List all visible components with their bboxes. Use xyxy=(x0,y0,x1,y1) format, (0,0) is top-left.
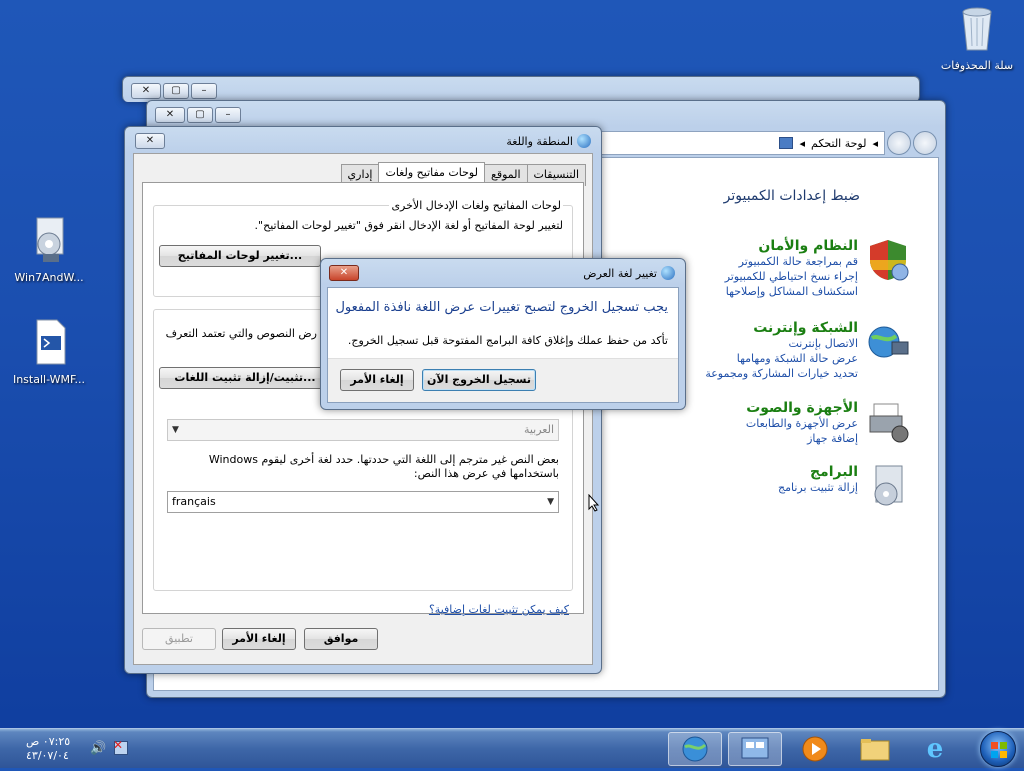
chevron-down-icon: ▼ xyxy=(547,497,554,507)
tab-keyboards-languages[interactable]: لوحات مفاتيح ولغات xyxy=(378,162,485,184)
category-system-security[interactable]: النظام والأمان قم بمراجعة حالة الكمبيوتر… xyxy=(668,238,909,299)
fallback-note: بعض النص غير مترجم إلى اللغة التي حددتها… xyxy=(208,453,559,480)
desktop-icon-install-wmf[interactable]: Install-WMF... xyxy=(4,318,94,386)
printer-icon xyxy=(866,400,910,447)
close-button[interactable]: ✕ xyxy=(135,133,165,149)
cancel-button[interactable]: إلغاء الأمر xyxy=(222,628,296,650)
fallback-language-value: français xyxy=(172,495,216,508)
keyboards-description: لتغيير لوحة المفاتيح أو لغة الإدخال انقر… xyxy=(254,219,563,232)
page-title: ضبط إعدادات الكمبيوتر xyxy=(723,188,860,204)
taskbar-ie-button[interactable]: e xyxy=(908,732,962,766)
system-tray: ٠٧:٢٥ ص ٤٣/٠٧/٠٤ 🔊 ✕ xyxy=(0,729,140,768)
mouse-cursor-icon xyxy=(588,493,600,515)
desktop-icon-label: Win7AndW... xyxy=(14,271,84,284)
back-button[interactable] xyxy=(887,131,911,155)
dialog-title: المنطقة واللغة xyxy=(506,134,573,148)
taskbar: e ٠٧:٢٥ ص ٤٣/٠٧/٠٤ 🔊 ✕ xyxy=(0,728,1024,768)
message-content: تأكد من حفظ عملك وإغلاق كافة البرامج الم… xyxy=(347,334,668,347)
windows-logo-icon xyxy=(991,742,1007,758)
desktop-icon-recycle-bin[interactable]: سلة المحذوفات xyxy=(932,6,1022,72)
change-display-language-dialog[interactable]: ✕ تغيير لغة العرض يجب تسجيل الخروج لتصبح… xyxy=(320,258,686,410)
breadcrumb[interactable]: لوحة التحكم xyxy=(811,137,866,150)
media-player-icon xyxy=(802,736,828,762)
taskbar-control-panel-button[interactable] xyxy=(728,732,782,766)
log-off-now-button[interactable]: تسجيل الخروج الآن xyxy=(422,369,536,391)
ok-button[interactable]: موافق xyxy=(304,628,378,650)
folder-icon xyxy=(860,739,890,761)
display-language-value: العربية xyxy=(523,423,554,436)
background-window[interactable]: ✕ ▢ – xyxy=(122,76,920,102)
category-programs[interactable]: البرامج إزالة تثبيت برنامج xyxy=(668,464,903,506)
desktop-icon-win7andw[interactable]: Win7AndW... xyxy=(4,216,94,284)
clock-time[interactable]: ٠٧:٢٥ ص xyxy=(26,735,70,748)
taskbar-media-player-button[interactable] xyxy=(788,732,842,766)
category-network-internet[interactable]: الشبكة وإنترنت الاتصال بإنترنت عرض حالة … xyxy=(668,320,909,381)
shield-icon xyxy=(866,238,910,285)
cancel-button[interactable]: إلغاء الأمر xyxy=(340,369,414,391)
category-link[interactable]: تحديد خيارات المشاركة ومجموعة xyxy=(668,366,858,381)
change-keyboards-button[interactable]: تغيير لوحات المفاتيح... xyxy=(159,245,321,267)
category-link[interactable]: إزالة تثبيت برنامج xyxy=(668,480,858,495)
volume-icon[interactable]: 🔊 xyxy=(90,741,106,756)
close-button[interactable]: ✕ xyxy=(131,83,161,99)
breadcrumb-chevron-icon: ◂ xyxy=(799,136,806,150)
minimize-button[interactable]: – xyxy=(215,107,241,123)
maximize-button[interactable]: ▢ xyxy=(163,83,189,99)
start-button[interactable] xyxy=(980,731,1016,767)
internet-explorer-icon: e xyxy=(926,734,944,764)
globe-icon xyxy=(577,134,591,148)
desktop-icon-label: سلة المحذوفات xyxy=(940,59,1014,72)
network-globe-icon xyxy=(866,320,910,367)
forward-button[interactable] xyxy=(913,131,937,155)
category-hardware-sound[interactable]: الأجهزة والصوت عرض الأجهزة والطابعات إضا… xyxy=(668,400,909,446)
category-link[interactable]: عرض الأجهزة والطابعات xyxy=(668,416,858,431)
category-title[interactable]: البرامج xyxy=(668,464,858,480)
category-link[interactable]: إضافة جهاز xyxy=(668,431,858,446)
taskbar-region-language-button[interactable] xyxy=(668,732,722,766)
message-footer: تسجيل الخروج الآن إلغاء الأمر xyxy=(328,358,678,402)
programs-disc-icon xyxy=(866,464,910,511)
taskbar-explorer-button[interactable] xyxy=(848,732,902,766)
minimize-button[interactable]: – xyxy=(191,83,217,99)
category-link[interactable]: استكشاف المشاكل وإصلاحها xyxy=(668,284,858,299)
install-languages-button[interactable]: تثبيت/إزالة تثبيت اللغات... xyxy=(159,367,331,389)
dialog-title: تغيير لغة العرض xyxy=(583,266,657,280)
maximize-button[interactable]: ▢ xyxy=(187,107,213,123)
clock-date[interactable]: ٤٣/٠٧/٠٤ xyxy=(26,749,69,762)
category-link[interactable]: عرض حالة الشبكة ومهامها xyxy=(668,351,858,366)
breadcrumb-chevron-icon: ◂ xyxy=(872,136,878,150)
category-link[interactable]: قم بمراجعة حالة الكمبيوتر xyxy=(668,254,858,269)
network-status-icon[interactable]: ✕ xyxy=(113,738,128,755)
close-button[interactable]: ✕ xyxy=(329,265,359,281)
main-instruction: يجب تسجيل الخروج لتصبح تغييرات عرض اللغة… xyxy=(335,300,668,315)
apply-button[interactable]: تطبيق xyxy=(142,628,216,650)
control-panel-icon xyxy=(779,137,794,149)
powershell-script-icon xyxy=(4,318,94,369)
chevron-down-icon: ▼ xyxy=(172,425,179,435)
fallback-language-select[interactable]: français ▼ xyxy=(167,491,559,513)
category-title[interactable]: الشبكة وإنترنت xyxy=(668,320,858,336)
globe-clock-icon xyxy=(682,736,708,762)
install-more-languages-link[interactable]: كيف يمكن تثبيت لغات إضافية؟ xyxy=(429,603,569,616)
category-title[interactable]: الأجهزة والصوت xyxy=(668,400,858,416)
message-body: يجب تسجيل الخروج لتصبح تغييرات عرض اللغة… xyxy=(327,287,679,403)
category-link[interactable]: إجراء نسخ احتياطي للكمبيوتر xyxy=(668,269,858,284)
display-language-select: العربية ▼ xyxy=(167,419,559,441)
installer-package-icon xyxy=(4,216,94,267)
display-language-description: رض النصوص والتي تعتمد التعرف xyxy=(165,327,317,340)
globe-icon xyxy=(661,266,675,280)
recycle-bin-icon xyxy=(932,6,1022,55)
category-title[interactable]: النظام والأمان xyxy=(668,238,858,254)
close-button[interactable]: ✕ xyxy=(155,107,185,123)
keyboards-group-title: لوحات المفاتيح ولغات الإدخال الأخرى xyxy=(389,199,563,212)
desktop-icon-label: Install-WMF... xyxy=(12,373,86,386)
control-panel-icon xyxy=(741,737,769,759)
category-link[interactable]: الاتصال بإنترنت xyxy=(668,336,859,351)
